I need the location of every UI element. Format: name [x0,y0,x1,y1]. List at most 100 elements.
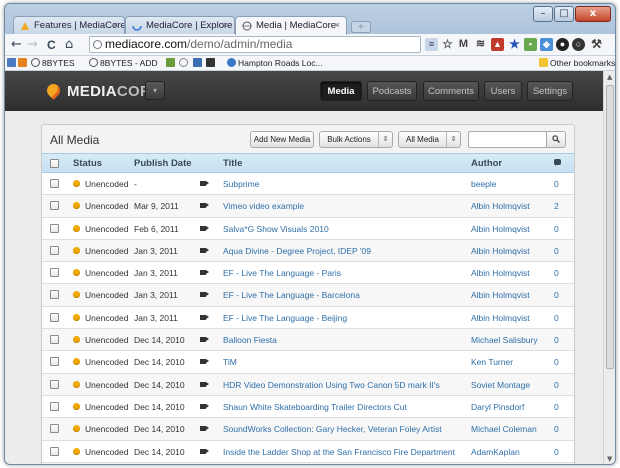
table-row[interactable]: Unencoded - Subprime beeple 0 [42,173,574,196]
row-checkbox[interactable] [50,179,59,188]
media-title-link[interactable]: EF - Live The Language - Barcelona [223,290,360,300]
media-title-link[interactable]: Aqua Divine - Degree Project, IDEP '09 [223,246,371,256]
tab-explore[interactable]: MediaCore | Explore × [125,16,235,34]
row-checkbox[interactable] [50,290,59,300]
author-link[interactable]: Albin Holmqvist [471,224,530,234]
comment-count-link[interactable]: 0 [554,246,559,256]
media-title-link[interactable]: Shaun White Skateboarding Trailer Direct… [223,402,407,412]
media-title-link[interactable]: TiM [223,357,237,367]
table-row[interactable]: Unencoded Dec 14, 2010 SoundWorks Collecti… [42,418,574,441]
extension-green-icon[interactable]: ▪ [524,38,537,51]
author-link[interactable]: Albin Holmqvist [471,290,530,300]
extension-dark-icon[interactable]: ● [556,38,569,51]
gmail-icon[interactable]: M [457,38,470,51]
tab-features[interactable]: Features | MediaCore × [13,16,125,34]
wrench-menu-icon[interactable]: ⚒ [590,38,603,51]
table-row[interactable]: Unencoded Dec 14, 2010 TiM Ken Turner 0 [42,351,574,374]
comment-count-link[interactable]: 2 [554,201,559,211]
comment-count-link[interactable]: 0 [554,224,559,234]
row-checkbox[interactable] [50,357,59,367]
row-checkbox[interactable] [50,201,59,211]
bookmark-star-icon[interactable]: ☆ [441,38,454,51]
row-checkbox[interactable] [50,335,59,345]
nav-podcasts[interactable]: Podcasts [367,81,417,101]
media-title-link[interactable]: Subprime [223,179,259,189]
search-button[interactable] [546,131,566,148]
comment-count-link[interactable]: 0 [554,179,559,189]
bookmark-8bytes-add[interactable]: 8BYTES - ADD [89,58,158,69]
comment-count-link[interactable]: 0 [554,402,559,412]
row-checkbox[interactable] [50,245,59,255]
scroll-up-icon[interactable]: ▲ [607,73,612,81]
media-title-link[interactable]: EF - Live The Language - Beijing [223,313,347,323]
logo-menu-button[interactable]: ▾ [145,81,165,100]
extension-circle-icon[interactable]: ○ [572,38,585,51]
table-row[interactable]: Unencoded Jan 3, 2011 EF - Live The Langua… [42,306,574,330]
author-link[interactable]: Albin Holmqvist [471,246,530,256]
page-scrollbar[interactable]: ▲ ▼ [603,71,615,464]
author-link[interactable]: Soviet Montage [471,380,530,390]
tab-close-icon[interactable]: × [223,20,228,30]
media-title-link[interactable]: SoundWorks Collection: Gary Hecker, Vete… [223,424,442,434]
author-link[interactable]: Albin Holmqvist [471,201,530,211]
back-button[interactable]: ← [11,37,22,53]
header-title[interactable]: Title [223,158,242,169]
stack-icon[interactable]: ≋ [474,38,487,51]
other-bookmarks[interactable]: Other bookmarks [539,58,615,69]
bookmark-hampton-roads[interactable]: Hampton Roads Loc... [227,58,323,69]
author-link[interactable]: Albin Holmqvist [471,313,530,323]
tab-close-icon[interactable]: × [335,20,340,30]
nav-settings[interactable]: Settings [527,81,573,101]
media-filter-select[interactable]: All Media ⇕ [398,131,461,148]
nav-media[interactable]: Media [320,81,362,101]
comment-count-link[interactable]: 0 [554,290,559,300]
row-checkbox[interactable] [50,379,59,389]
media-title-link[interactable]: EF - Live The Language - Paris [223,268,341,278]
comment-count-link[interactable]: 0 [554,380,559,390]
comment-count-link[interactable]: 0 [554,357,559,367]
bulk-actions-select[interactable]: Bulk Actions ⇕ [319,131,393,148]
comment-count-link[interactable]: 0 [554,447,559,457]
add-new-media-button[interactable]: Add New Media [250,131,314,148]
row-checkbox[interactable] [50,268,59,278]
table-row[interactable]: Unencoded Jan 3, 2011 Aqua Divine - Degree… [42,239,574,263]
media-title-link[interactable]: Vimeo video example [223,201,304,211]
forward-button[interactable]: → [27,37,38,53]
nav-users[interactable]: Users [484,81,522,101]
author-link[interactable]: AdamKaplan [471,447,520,457]
comment-count-link[interactable]: 0 [554,313,559,323]
table-row[interactable]: Unencoded Dec 14, 2010 Balloon Fiesta Micha… [42,329,574,352]
minimize-button[interactable]: – [533,6,553,22]
pdf-extension-icon[interactable]: ▲ [491,38,504,51]
table-row[interactable]: Unencoded Mar 9, 2011 Vimeo video example A… [42,195,574,218]
row-checkbox[interactable] [50,424,59,434]
table-row[interactable]: Unencoded Dec 14, 2010 Inside the Ladder S… [42,440,574,463]
media-search-input[interactable] [468,131,547,148]
author-link[interactable]: Ken Turner [471,357,513,367]
author-link[interactable]: Michael Salisbury [471,335,538,345]
new-tab-button[interactable]: + [351,21,371,33]
comment-count-link[interactable]: 0 [554,424,559,434]
media-title-link[interactable]: Salva*G Show Visuals 2010 [223,224,329,234]
bookmark-app-icons[interactable] [7,58,29,69]
comment-count-link[interactable]: 0 [554,335,559,345]
table-row[interactable]: Unencoded Jan 3, 2011 EF - Live The Langua… [42,262,574,285]
row-checkbox[interactable] [50,446,59,456]
home-button[interactable]: ⌂ [65,37,73,53]
address-bar[interactable]: mediacore.com/demo/admin/media [89,36,421,53]
maximize-button[interactable]: □ [554,6,574,22]
tab-close-icon[interactable]: × [113,20,118,30]
reload-button[interactable]: C [47,37,56,53]
row-checkbox[interactable] [50,401,59,411]
header-publish-date[interactable]: Publish Date [134,158,192,169]
scroll-thumb[interactable] [606,85,614,369]
nav-comments[interactable]: Comments [423,81,479,101]
media-title-link[interactable]: HDR Video Demonstration Using Two Canon … [223,380,440,390]
media-title-link[interactable]: Inside the Ladder Shop at the San Franci… [223,447,455,457]
author-link[interactable]: beeple [471,179,497,189]
select-all-checkbox[interactable] [50,159,59,168]
extension-blue-icon[interactable]: ◈ [540,38,553,51]
table-row[interactable]: Unencoded Feb 6, 2011 Salva*G Show Visuals… [42,217,574,240]
table-row[interactable]: Unencoded Dec 14, 2010 Shaun White Skatebo… [42,395,574,419]
scroll-down-icon[interactable]: ▼ [607,455,612,463]
